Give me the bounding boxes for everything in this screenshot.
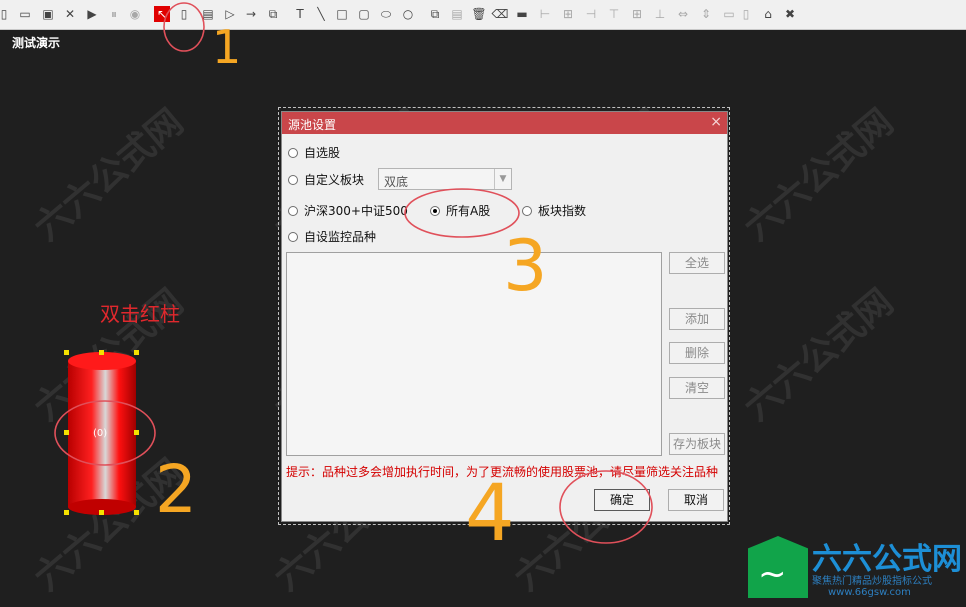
logo-slogan: 聚焦热门精品炒股指标公式 bbox=[812, 576, 932, 587]
annotation-number: 3 bbox=[503, 225, 548, 307]
annotation-number: 2 bbox=[155, 451, 197, 528]
brand-logo: 六六公式网 聚焦热门精品炒股指标公式 www.66gsw.com bbox=[748, 534, 962, 602]
annotation-circle bbox=[163, 2, 205, 52]
annotation-layer: 1 2 3 4 bbox=[54, 2, 653, 559]
annotation-number: 4 bbox=[465, 469, 515, 559]
logo-url: www.66gsw.com bbox=[828, 587, 911, 598]
annotation-circle bbox=[404, 188, 520, 238]
annotation-number: 1 bbox=[212, 20, 241, 74]
annotation-circle bbox=[559, 470, 653, 544]
logo-mark-icon bbox=[748, 536, 808, 598]
annotation-circle bbox=[54, 400, 156, 466]
